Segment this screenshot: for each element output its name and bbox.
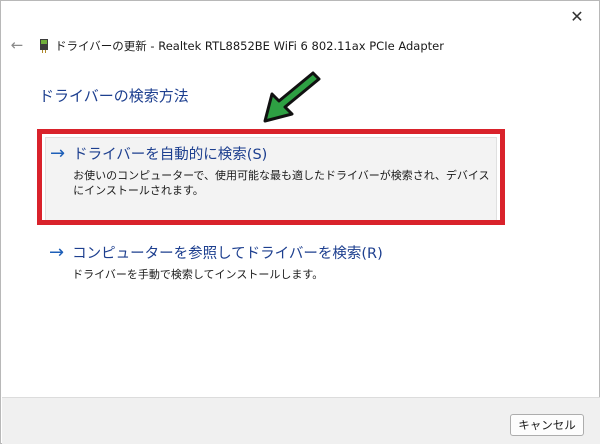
- back-button[interactable]: ←: [7, 35, 27, 55]
- right-arrow-icon: →: [49, 242, 65, 263]
- window-title: ドライバーの更新 - Realtek RTL8852BE WiFi 6 802.…: [55, 39, 444, 53]
- highlight-box-annotation: [37, 129, 505, 225]
- network-adapter-icon: [40, 39, 48, 53]
- dialog-footer: キャンセル: [2, 397, 600, 444]
- page-title: ドライバーの検索方法: [39, 87, 189, 105]
- window-title-row: ドライバーの更新 - Realtek RTL8852BE WiFi 6 802.…: [39, 37, 444, 55]
- close-icon: ✕: [570, 6, 584, 26]
- option-title: コンピューターを参照してドライバーを検索(R): [72, 246, 383, 262]
- option-description: ドライバーを手動で検索してインストールします。: [72, 268, 324, 281]
- close-button[interactable]: ✕: [563, 5, 591, 27]
- dialog-window: ✕ ← ドライバーの更新 - Realtek RTL8852BE WiFi 6 …: [0, 0, 600, 444]
- back-arrow-icon: ←: [10, 36, 24, 54]
- cancel-button[interactable]: キャンセル: [510, 414, 584, 436]
- green-arrow-annotation: [263, 71, 321, 123]
- browse-computer-option[interactable]: → コンピューターを参照してドライバーを検索(R) ドライバーを手動で検索してイ…: [45, 241, 501, 282]
